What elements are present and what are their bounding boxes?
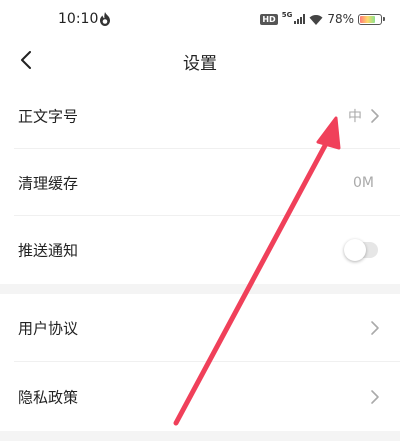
chevron-right-icon (371, 390, 379, 404)
clear-cache-row[interactable]: 清理缓存 0M (0, 150, 400, 216)
hd-badge: HD (260, 13, 278, 25)
font-size-label: 正文字号 (18, 107, 79, 126)
chevron-right-icon (371, 321, 379, 335)
privacy-policy-row[interactable]: 隐私政策 (0, 363, 400, 431)
flame-icon (100, 12, 110, 26)
status-indicators: HD 5G 78% (260, 10, 385, 27)
chevron-right-icon (371, 109, 379, 123)
status-time: 10:10 (58, 11, 99, 27)
page-title: 设置 (183, 54, 217, 74)
font-size-value: 中 (348, 109, 362, 125)
push-notification-toggle[interactable] (344, 239, 378, 261)
divider (14, 148, 400, 149)
nav-bar: 设置 (0, 38, 400, 82)
network-type: 5G (281, 10, 293, 19)
divider (14, 361, 400, 362)
clear-cache-label: 清理缓存 (18, 174, 79, 193)
bottom-gap (0, 431, 400, 441)
signal-icon (294, 14, 306, 24)
section-gap (0, 284, 400, 294)
user-agreement-label: 用户协议 (18, 319, 79, 338)
push-notification-row: 推送通知 (0, 217, 400, 283)
font-size-row[interactable]: 正文字号 中 (0, 83, 400, 149)
cache-size-value: 0M (353, 175, 374, 191)
divider (14, 215, 400, 216)
wifi-icon (309, 14, 323, 25)
toggle-knob (344, 239, 366, 261)
privacy-policy-label: 隐私政策 (18, 388, 79, 407)
push-notification-label: 推送通知 (18, 241, 79, 260)
battery-level (360, 15, 375, 23)
status-bar: 10:10 HD 5G 78% (0, 0, 400, 38)
battery-percent: 78% (327, 12, 354, 26)
battery-icon (358, 13, 385, 25)
user-agreement-row[interactable]: 用户协议 (0, 294, 400, 362)
